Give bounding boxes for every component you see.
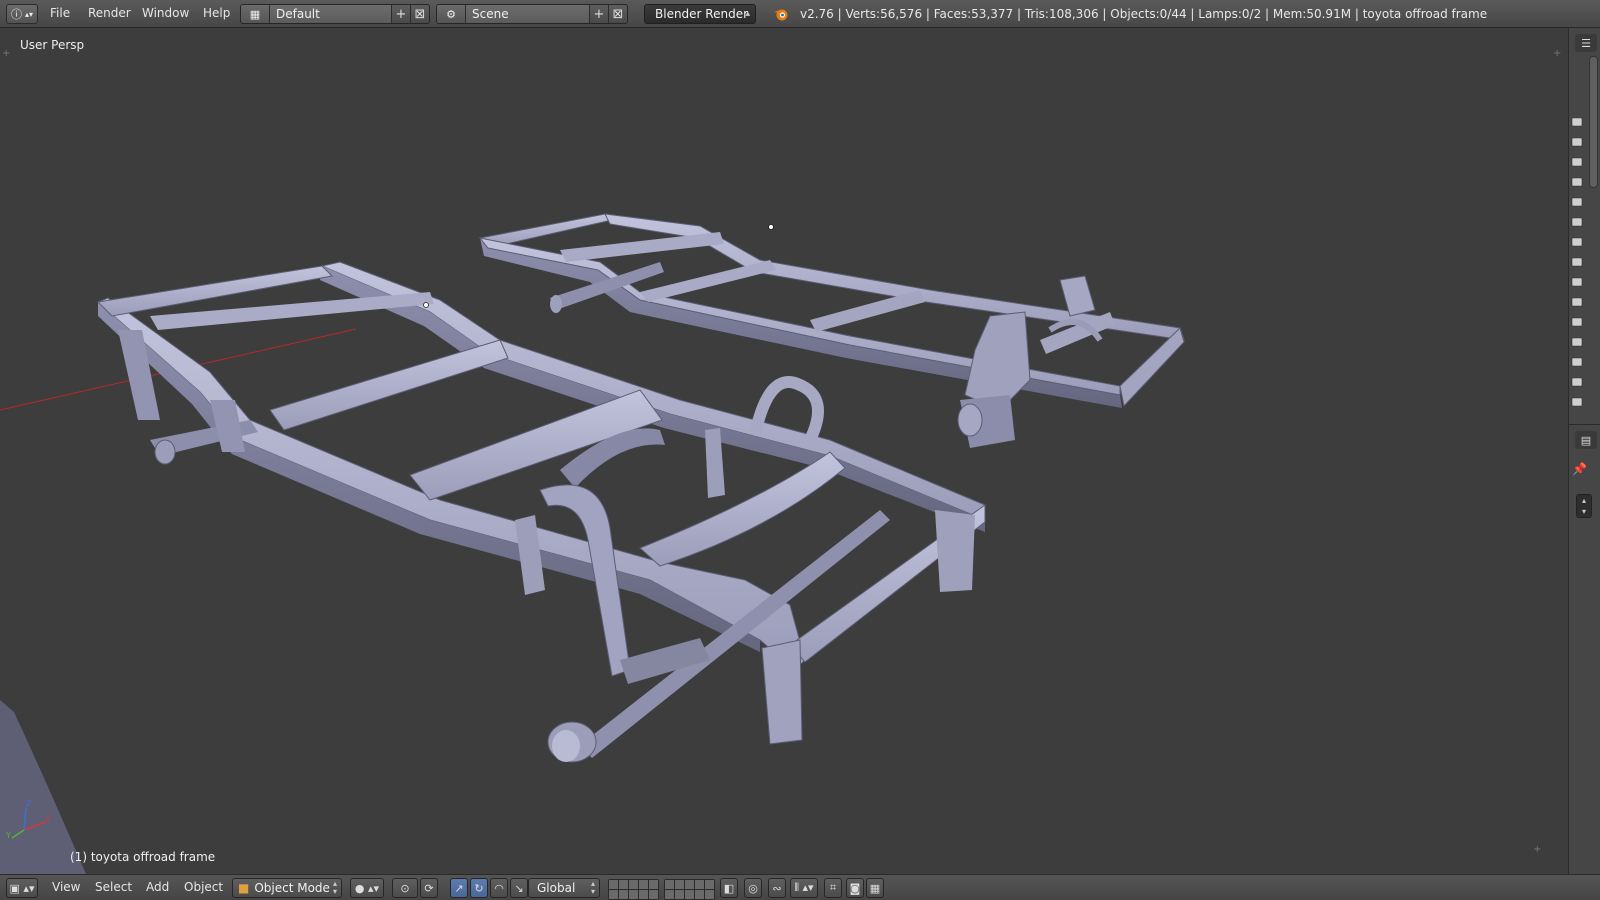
rotate-arc-icon[interactable]: ◠ xyxy=(490,878,508,898)
mode-label: Object Mode xyxy=(254,881,330,895)
screen-layout-selector[interactable]: ▦ Default + ⊠ xyxy=(240,4,430,24)
translate-manipulator-icon[interactable]: ↗ xyxy=(450,878,468,898)
pivot-point-button[interactable]: ⊙ xyxy=(392,878,418,898)
transform-orientation-selector[interactable]: Global ▴ ▾ xyxy=(528,878,600,898)
origin-dot xyxy=(423,302,429,308)
corner-split-widget[interactable]: + xyxy=(1553,48,1561,59)
3d-view-header: ▣ ▴▾ View Select Add Object ■ Object Mod… xyxy=(0,874,1600,900)
axis-y-label: Y xyxy=(5,831,11,840)
context-toggle-icon[interactable]: ▴ ▾ xyxy=(1576,494,1592,518)
partial-object[interactable] xyxy=(0,700,86,874)
add-layout-icon[interactable]: + xyxy=(391,5,410,23)
menu-file[interactable]: File xyxy=(50,6,70,26)
properties-editor-icon[interactable]: ▤ xyxy=(1575,431,1597,449)
lock-camera-icon[interactable]: ◧ xyxy=(720,878,738,898)
viewport-shading-button[interactable]: ● ▴▾ xyxy=(350,878,384,898)
scale-manipulator-icon[interactable]: ↘ xyxy=(510,878,528,898)
axis-x-label: X xyxy=(45,814,51,823)
cube-icon: ■ xyxy=(238,881,250,895)
frame-models[interactable]: X Y Z xyxy=(0,28,1568,874)
editor-type-button[interactable]: ⓘ ▴▾ xyxy=(6,4,38,24)
pin-icon[interactable]: 📌 xyxy=(1572,462,1587,476)
render-engine-label: Blender Render xyxy=(655,7,749,21)
menu-select[interactable]: Select xyxy=(95,880,132,900)
corner-split-widget[interactable]: + xyxy=(2,48,10,59)
manipulator-toggle[interactable]: ⟳ xyxy=(420,878,438,898)
scene-statistics: v2.76 | Verts:56,576 | Faces:53,377 | Tr… xyxy=(800,7,1488,21)
add-scene-icon[interactable]: + xyxy=(589,5,608,23)
chevron-updown-icon: ▴▾ xyxy=(590,879,595,896)
menu-help[interactable]: Help xyxy=(203,6,230,26)
render-engine-selector[interactable]: Blender Render ▴▾ xyxy=(644,4,756,37)
scene-name[interactable]: Scene xyxy=(466,5,589,23)
screen-layout-name[interactable]: Default xyxy=(270,5,391,23)
info-icon: ⓘ xyxy=(10,8,22,21)
axis-z-label: Z xyxy=(26,799,32,808)
opengl-render-icon[interactable]: ⌗ xyxy=(824,878,842,898)
rotate-manipulator-icon[interactable]: ↻ xyxy=(470,878,488,898)
interaction-mode-selector[interactable]: ■ Object Mode ▴ ▾ xyxy=(232,878,342,898)
chevron-updown-icon: ▴▾ xyxy=(332,879,337,896)
layer-grid-2[interactable] xyxy=(664,879,715,900)
scene-selector[interactable]: ⚙ Scene + ⊠ xyxy=(436,4,628,24)
active-object-label: (1) toyota offroad frame xyxy=(70,850,216,864)
menu-add[interactable]: Add xyxy=(146,880,169,900)
outliner-editor-icon[interactable]: ☰ xyxy=(1575,34,1597,52)
chevron-updown-icon: ▴▾ xyxy=(24,9,34,19)
vertex-dot xyxy=(768,224,774,230)
orientation-label: Global xyxy=(537,881,576,895)
snap-element-icon[interactable]: ⫴ ▴▾ xyxy=(790,878,818,898)
properties-panel[interactable]: ▤ xyxy=(1568,424,1600,875)
layer-grid-1[interactable] xyxy=(608,879,659,900)
menu-render[interactable]: Render xyxy=(88,6,131,26)
menu-window[interactable]: Window xyxy=(142,6,189,26)
outliner-scrollbar[interactable] xyxy=(1589,56,1598,188)
screen-layout-icon: ▦ xyxy=(241,5,270,23)
render-animation-icon[interactable]: ▦ xyxy=(866,878,884,898)
proportional-edit-icon[interactable]: ◎ xyxy=(744,878,762,898)
3d-viewport[interactable]: X Y Z User Persp (1) toyota offroad fram… xyxy=(0,28,1568,874)
camera-icon[interactable]: ◙ xyxy=(846,878,864,898)
menu-view[interactable]: View xyxy=(52,880,80,900)
corner-split-widget[interactable]: + xyxy=(1533,844,1541,855)
snap-toggle-icon[interactable]: ∾ xyxy=(768,878,786,898)
remove-scene-icon[interactable]: ⊠ xyxy=(608,5,627,23)
3d-view-icon[interactable]: ▣ ▴▾ xyxy=(6,878,38,898)
remove-layout-icon[interactable]: ⊠ xyxy=(410,5,429,23)
scene-icon: ⚙ xyxy=(437,5,466,23)
info-header: ⓘ ▴▾ File Render Window Help ▦ Default + … xyxy=(0,0,1600,37)
menu-object[interactable]: Object xyxy=(184,880,223,900)
view-name-label: User Persp xyxy=(20,38,85,52)
blender-logo-icon xyxy=(774,9,788,21)
render-visibility-camera-icons[interactable] xyxy=(1571,118,1583,408)
